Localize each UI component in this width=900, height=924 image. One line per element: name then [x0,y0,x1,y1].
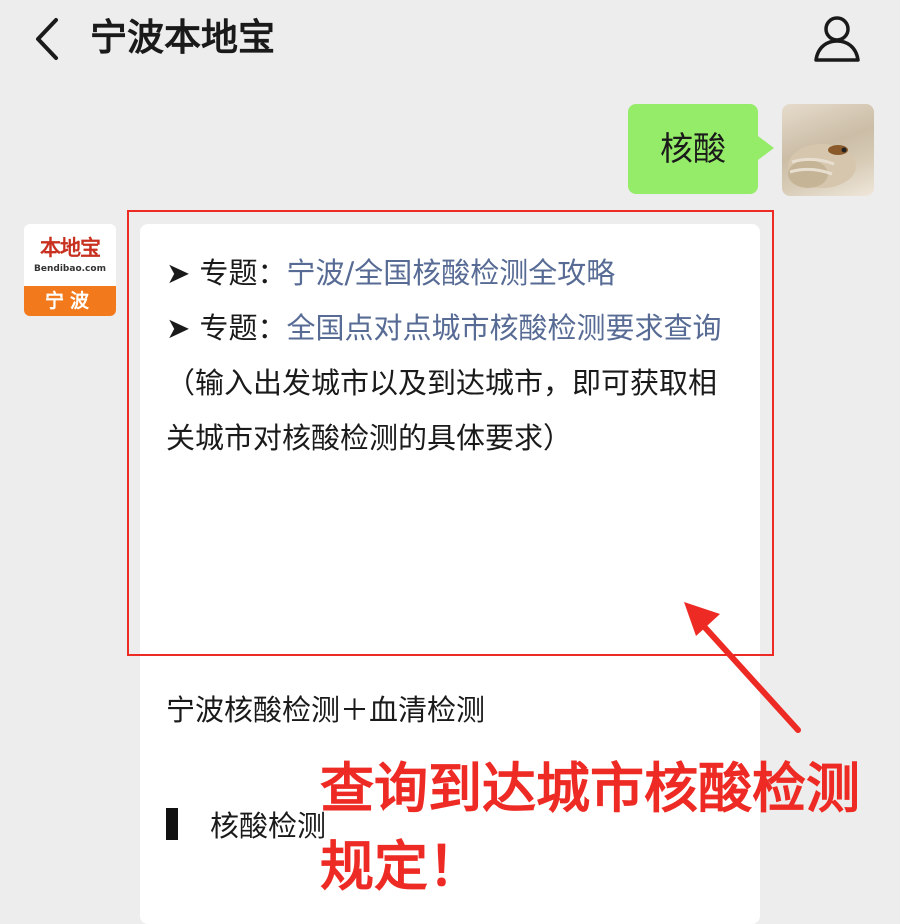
logo-city: 宁波 [24,286,116,316]
profile-icon[interactable] [810,12,864,66]
nav-bar: 宁波本地宝 [0,0,900,80]
annotation-arrow-icon [684,602,801,733]
user-message-bubble[interactable]: 核酸 [628,104,774,194]
subsection-title: 核酸检测 [210,809,327,843]
section-title: 宁波核酸检测＋血清检测 [166,693,486,727]
heading-bar [166,808,178,840]
logo: 本地宝 Bendibao.com [24,224,116,286]
user-avatar[interactable] [782,104,874,196]
annotation-text: 查询到达城市核酸检测规定！ [320,757,860,898]
highlight-box [127,210,774,656]
user-message-text: 核酸 [660,129,726,168]
subsection-heading: 核酸检测 [166,804,326,848]
back-icon[interactable] [28,14,68,64]
user-avatar-image [788,144,856,188]
logo-text: 本地宝 [40,236,101,260]
logo-url: Bendibao.com [34,264,106,274]
bot-avatar[interactable]: 本地宝 Bendibao.com 宁波 [24,224,116,316]
page-title: 宁波本地宝 [90,16,275,59]
